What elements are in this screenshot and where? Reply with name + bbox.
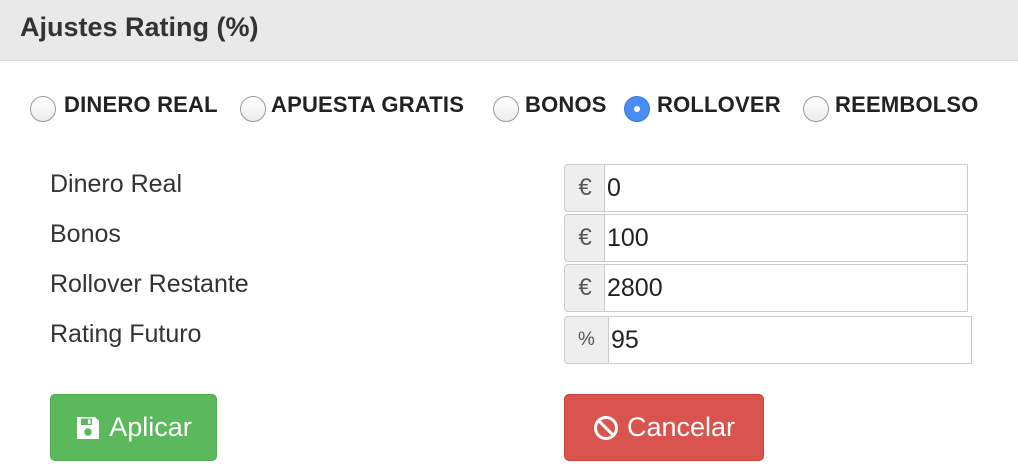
- rating-futuro-label: Rating Futuro: [50, 320, 202, 348]
- radio-button-icon[interactable]: [30, 96, 56, 122]
- radio-button-icon[interactable]: [493, 96, 519, 122]
- radio-label: ROLLOVER: [657, 92, 781, 117]
- bonos-input[interactable]: [604, 214, 968, 262]
- rollover-restante-label: Rollover Restante: [50, 270, 249, 298]
- rollover-restante-input[interactable]: [604, 264, 968, 312]
- radio-button-checked-icon[interactable]: [624, 96, 650, 122]
- dinero-real-label: Dinero Real: [50, 170, 183, 198]
- bonos-label: Bonos: [50, 220, 121, 248]
- radio-label: DINERO REAL: [64, 92, 218, 117]
- dinero-real-input[interactable]: [604, 164, 968, 212]
- bet-type-radio-group: DINERO REAL APUESTA GRATIS BONOS ROLLOVE…: [0, 88, 1018, 128]
- cancel-button-label: Cancelar: [626, 412, 736, 442]
- floppy-disk-icon: [77, 416, 100, 439]
- radio-button-icon[interactable]: [240, 96, 266, 122]
- ban-icon: [593, 415, 618, 440]
- radio-button-icon[interactable]: [803, 96, 829, 122]
- euro-addon: €: [564, 214, 605, 262]
- radio-label: APUESTA GRATIS: [271, 92, 465, 117]
- panel-header: Ajustes Rating (%): [0, 0, 1018, 61]
- radio-rollover[interactable]: ROLLOVER: [624, 88, 794, 128]
- apply-button-label: Aplicar: [109, 412, 192, 442]
- euro-addon: €: [564, 164, 605, 212]
- panel-title: Ajustes Rating (%): [20, 12, 259, 42]
- euro-addon: €: [564, 264, 605, 312]
- radio-label: BONOS: [525, 92, 607, 117]
- rating-futuro-input[interactable]: [608, 316, 972, 364]
- percent-addon: %: [564, 316, 608, 364]
- cancel-button[interactable]: Cancelar: [564, 394, 764, 461]
- apply-button[interactable]: Aplicar: [50, 394, 217, 461]
- radio-bonos[interactable]: BONOS: [493, 88, 615, 128]
- radio-dinero-real[interactable]: DINERO REAL: [30, 88, 230, 128]
- radio-reembolso[interactable]: REEMBOLSO: [803, 88, 993, 128]
- radio-label: REEMBOLSO: [835, 92, 979, 117]
- radio-apuesta-gratis[interactable]: APUESTA GRATIS: [240, 88, 485, 128]
